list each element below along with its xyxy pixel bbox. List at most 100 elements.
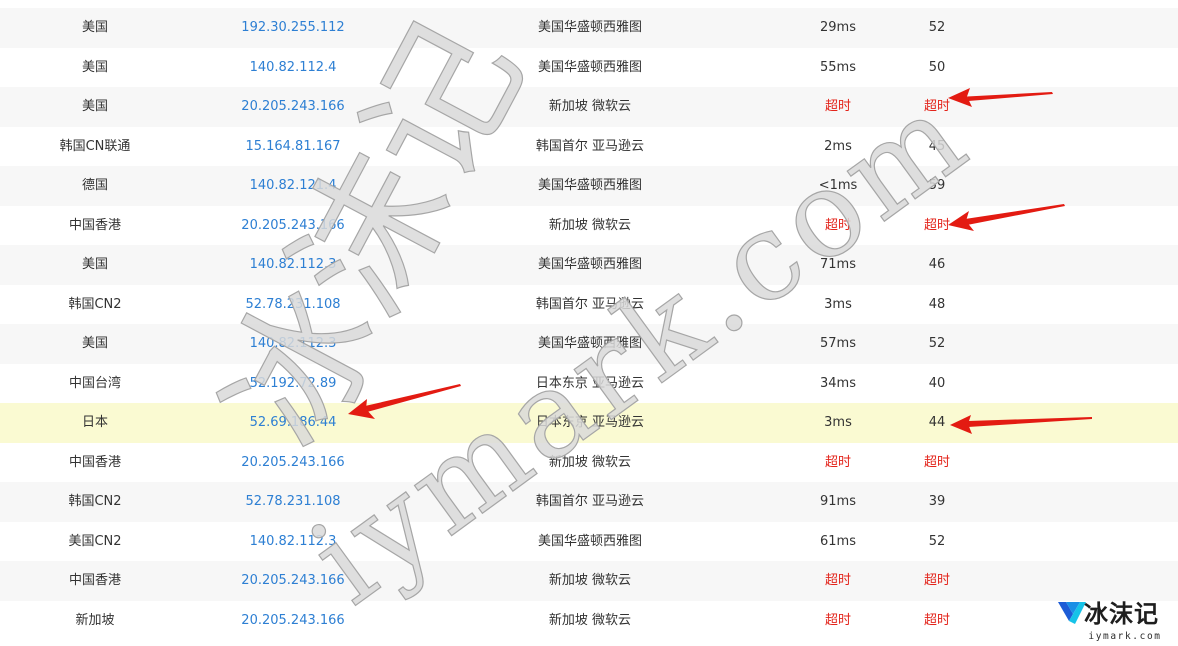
ttl-cell: 超时 — [923, 454, 950, 470]
ip-link[interactable]: 140.82.112.3 — [193, 324, 393, 364]
region-cell: 中国香港 — [68, 217, 121, 233]
node-cell: 新加坡 微软云 — [548, 573, 632, 588]
latency-cell: 29ms — [820, 20, 856, 35]
table-row: 德国 140.82.121.4 美国华盛顿西雅图 <1ms 59 — [0, 166, 1178, 206]
ip-link[interactable]: 15.164.81.167 — [193, 127, 393, 167]
latency-cell: 超时 — [824, 217, 851, 233]
ttl-cell: 39 — [928, 494, 946, 509]
table-row: 美国 20.205.243.166 新加坡 微软云 超时 超时 — [0, 87, 1178, 127]
region-cell: 中国台湾 — [68, 375, 121, 391]
node-cell: 韩国首尔 亚马逊云 — [535, 138, 645, 154]
ttl-cell: 50 — [928, 59, 946, 75]
ip-link[interactable]: 140.82.112.3 — [193, 245, 393, 285]
node-cell: 新加坡 微软云 — [548, 612, 632, 628]
ip-link[interactable]: 52.69.186.44 — [193, 403, 393, 443]
logo-domain: iymark.com — [1088, 631, 1162, 642]
ip-link[interactable]: 52.192.72.89 — [193, 364, 393, 404]
region-cell: 韩国CN2 — [68, 494, 122, 509]
latency-cell: 超时 — [824, 99, 851, 114]
region-cell: 美国 — [81, 20, 108, 35]
ping-results-table: 美国 192.30.255.112 美国华盛顿西雅图 29ms 52 美国 140.82.1… — [0, 8, 1178, 640]
table-row: 美国 140.82.112.3 美国华盛顿西雅图 57ms 52 — [0, 324, 1178, 364]
latency-cell: 3ms — [824, 296, 852, 312]
region-cell: 美国 — [81, 336, 108, 351]
latency-cell: 34ms — [820, 375, 856, 391]
table-row: 美国 140.82.112.3 美国华盛顿西雅图 71ms 46 — [0, 245, 1178, 285]
node-cell: 新加坡 微软云 — [548, 217, 632, 233]
node-cell: 美国华盛顿西雅图 — [537, 336, 642, 351]
latency-cell: 61ms — [820, 533, 856, 549]
table-row: 美国 192.30.255.112 美国华盛顿西雅图 29ms 52 — [0, 8, 1178, 48]
ttl-cell: 45 — [928, 138, 946, 154]
ttl-cell: 44 — [928, 415, 946, 430]
node-cell: 美国华盛顿西雅图 — [537, 533, 642, 549]
region-cell: 美国 — [81, 257, 108, 272]
ttl-cell: 52 — [928, 533, 946, 549]
ip-link[interactable]: 140.82.112.4 — [193, 48, 393, 88]
table-row: 韩国CN联通 15.164.81.167 韩国首尔 亚马逊云 2ms 45 — [0, 126, 1178, 167]
ttl-cell: 52 — [928, 20, 946, 35]
region-cell: 美国 — [81, 59, 108, 75]
latency-cell: 91ms — [820, 494, 856, 509]
region-cell: 美国 — [81, 99, 108, 114]
table-row: 美国CN2 140.82.112.3 美国华盛顿西雅图 61ms 52 — [0, 521, 1178, 562]
ttl-cell: 46 — [928, 257, 946, 272]
latency-cell: 超时 — [824, 454, 851, 470]
ttl-cell: 超时 — [923, 217, 950, 233]
ttl-cell: 48 — [928, 296, 946, 312]
latency-cell: 3ms — [824, 415, 852, 430]
logo-name: 冰沫记 — [1084, 600, 1159, 628]
node-cell: 韩国首尔 亚马逊云 — [535, 296, 645, 312]
latency-cell: 57ms — [820, 336, 856, 351]
region-cell: 韩国CN联通 — [59, 138, 131, 154]
ttl-cell: 40 — [928, 375, 946, 391]
ip-link[interactable]: 52.78.231.108 — [193, 285, 393, 325]
table-row: 新加坡 20.205.243.166 新加坡 微软云 超时 超时 — [0, 600, 1178, 641]
ip-link[interactable]: 20.205.243.166 — [193, 561, 393, 601]
node-cell: 美国华盛顿西雅图 — [537, 178, 642, 193]
brand-logo: 冰沫记 iymark.com — [1056, 596, 1176, 646]
ip-link[interactable]: 20.205.243.166 — [193, 87, 393, 127]
ip-link[interactable]: 140.82.121.4 — [193, 166, 393, 206]
node-cell: 日本东京 亚马逊云 — [535, 375, 645, 391]
node-cell: 韩国首尔 亚马逊云 — [535, 494, 645, 509]
ttl-cell: 超时 — [923, 573, 950, 588]
region-cell: 德国 — [81, 178, 108, 193]
region-cell: 中国香港 — [68, 573, 121, 588]
latency-cell: 71ms — [820, 257, 856, 272]
node-cell: 日本东京 亚马逊云 — [535, 415, 645, 430]
ttl-cell: 超时 — [923, 99, 950, 114]
node-cell: 新加坡 微软云 — [548, 99, 632, 114]
latency-cell: <1ms — [818, 178, 858, 193]
latency-cell: 2ms — [824, 138, 852, 154]
ip-link[interactable]: 20.205.243.166 — [193, 206, 393, 246]
node-cell: 美国华盛顿西雅图 — [537, 59, 642, 75]
table-row: 中国香港 20.205.243.166 新加坡 微软云 超时 超时 — [0, 442, 1178, 483]
node-cell: 新加坡 微软云 — [548, 454, 632, 470]
ttl-cell: 52 — [928, 336, 946, 351]
ttl-cell: 59 — [928, 178, 946, 193]
node-cell: 美国华盛顿西雅图 — [537, 257, 642, 272]
ip-link[interactable]: 20.205.243.166 — [193, 443, 393, 483]
latency-cell: 超时 — [824, 573, 851, 588]
table-row: 韩国CN2 52.78.231.108 韩国首尔 亚马逊云 3ms 48 — [0, 284, 1178, 325]
ip-link[interactable]: 20.205.243.166 — [193, 601, 393, 641]
table-row: 中国香港 20.205.243.166 新加坡 微软云 超时 超时 — [0, 205, 1178, 246]
table-row: 中国香港 20.205.243.166 新加坡 微软云 超时 超时 — [0, 561, 1178, 601]
table-row: 美国 140.82.112.4 美国华盛顿西雅图 55ms 50 — [0, 47, 1178, 88]
region-cell: 韩国CN2 — [68, 296, 122, 312]
ip-link[interactable]: 52.78.231.108 — [193, 482, 393, 522]
ip-link[interactable]: 192.30.255.112 — [193, 8, 393, 48]
region-cell: 日本 — [81, 415, 108, 430]
region-cell: 中国香港 — [68, 454, 121, 470]
node-cell: 美国华盛顿西雅图 — [537, 20, 642, 35]
table-row: 韩国CN2 52.78.231.108 韩国首尔 亚马逊云 91ms 39 — [0, 482, 1178, 522]
region-cell: 美国CN2 — [68, 533, 122, 549]
ttl-cell: 超时 — [923, 612, 950, 628]
region-cell: 新加坡 — [75, 612, 115, 628]
table-row: 中国台湾 52.192.72.89 日本东京 亚马逊云 34ms 40 — [0, 363, 1178, 404]
table-row: 日本 52.69.186.44 日本东京 亚马逊云 3ms 44 — [0, 403, 1178, 443]
latency-cell: 55ms — [820, 59, 856, 75]
ip-link[interactable]: 140.82.112.3 — [193, 522, 393, 562]
latency-cell: 超时 — [824, 612, 851, 628]
